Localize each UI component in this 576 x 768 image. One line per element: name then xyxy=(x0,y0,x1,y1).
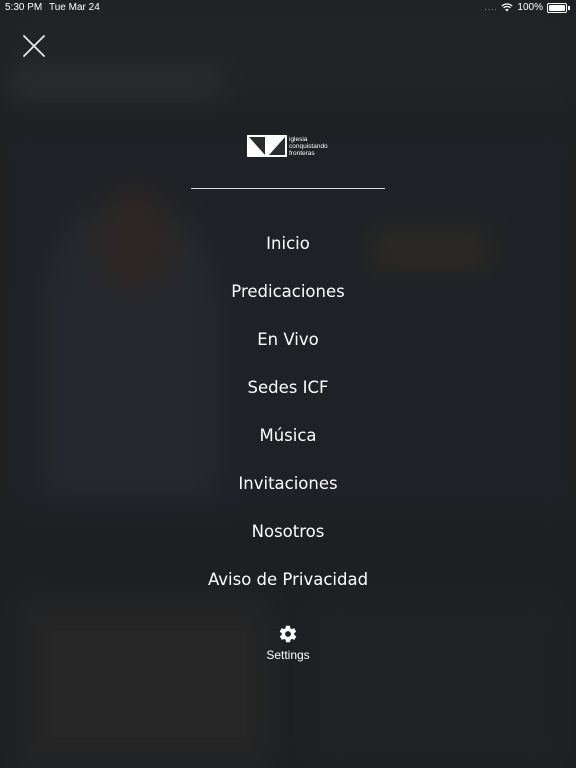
menu-item-inicio[interactable]: Inicio xyxy=(0,220,576,268)
menu-item-sedes-icf[interactable]: Sedes ICF xyxy=(0,364,576,412)
church-logo: iglesia conquistando fronteras xyxy=(247,134,328,158)
menu-item-musica[interactable]: Música xyxy=(0,412,576,460)
status-indicators: .... 100% xyxy=(485,2,570,13)
battery-percent: 100% xyxy=(517,2,543,13)
menu-item-aviso-de-privacidad[interactable]: Aviso de Privacidad xyxy=(0,556,576,604)
battery-icon xyxy=(547,2,567,13)
logo-text: iglesia conquistando fronteras xyxy=(289,136,328,157)
battery-cap xyxy=(568,5,570,10)
menu-item-nosotros[interactable]: Nosotros xyxy=(0,508,576,556)
menu-item-en-vivo[interactable]: En Vivo xyxy=(0,316,576,364)
menu-screen: 5:30 PM Tue Mar 24 .... 100% iglesia con… xyxy=(0,0,576,768)
menu-divider xyxy=(191,188,385,189)
settings-label: Settings xyxy=(266,648,310,662)
menu-item-predicaciones[interactable]: Predicaciones xyxy=(0,268,576,316)
close-icon xyxy=(23,35,45,57)
logo-mark xyxy=(247,135,287,157)
status-date: Tue Mar 24 xyxy=(49,2,100,13)
wifi-icon xyxy=(501,3,514,12)
logo-line: iglesia xyxy=(289,135,308,143)
logo-line: conquistando xyxy=(289,142,328,150)
settings-button[interactable]: Settings xyxy=(248,624,328,674)
status-time: 5:30 PM xyxy=(5,2,43,13)
gear-icon xyxy=(279,625,297,643)
status-bar: 5:30 PM Tue Mar 24 .... 100% xyxy=(0,0,576,16)
nav-menu: Inicio Predicaciones En Vivo Sedes ICF M… xyxy=(0,220,576,604)
close-button[interactable] xyxy=(20,32,48,60)
menu-item-invitaciones[interactable]: Invitaciones xyxy=(0,460,576,508)
signal-icon: .... xyxy=(484,3,498,12)
logo-line: fronteras xyxy=(289,149,315,157)
